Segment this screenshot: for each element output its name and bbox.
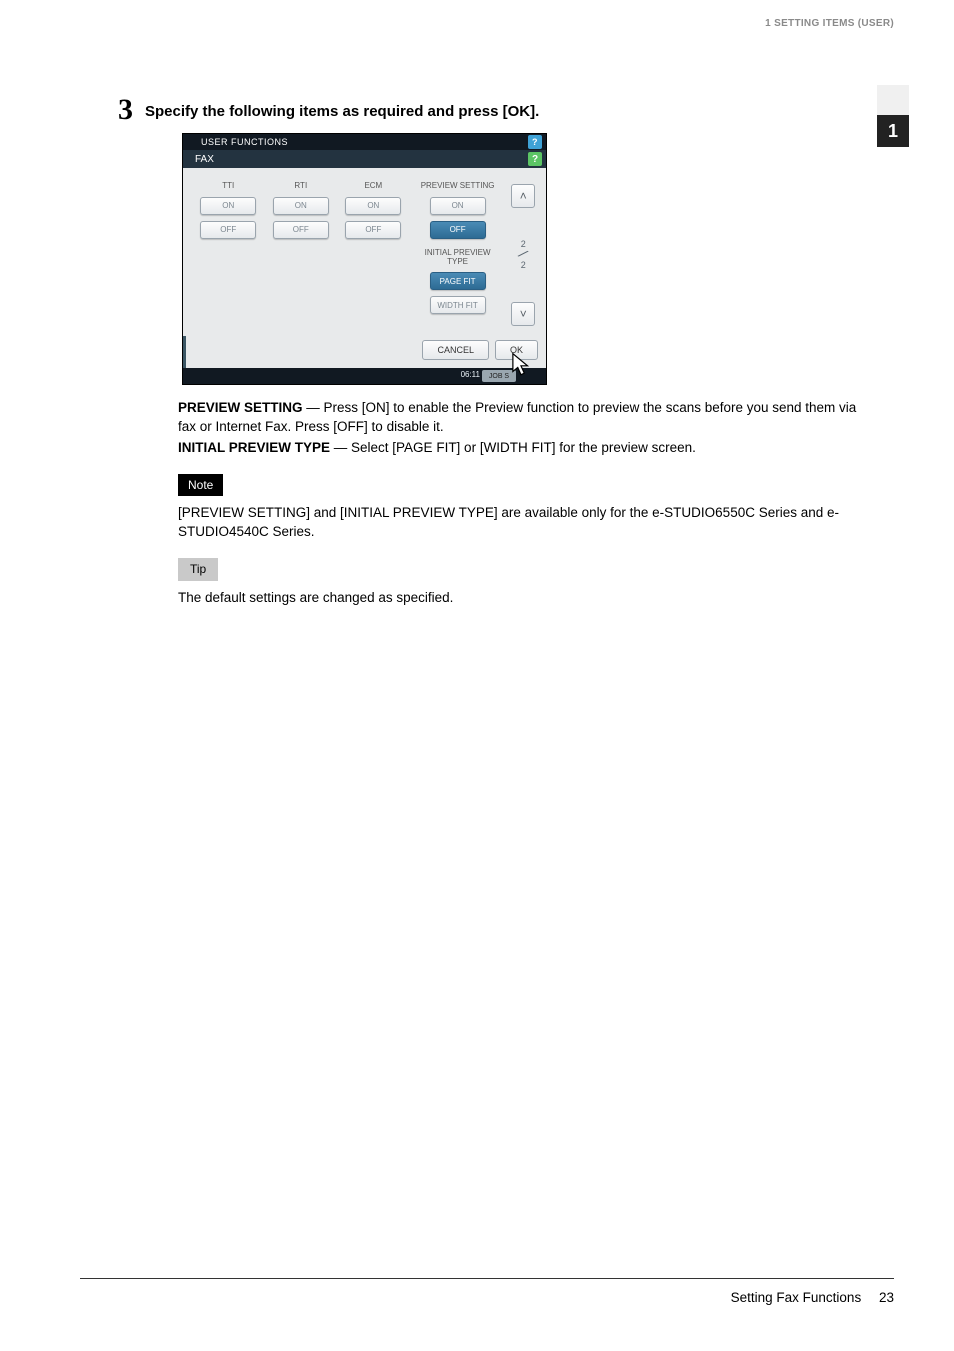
chevron-up-icon: ˄: [520, 189, 527, 203]
help-icon[interactable]: ?: [528, 152, 542, 166]
ecm-column: ECM ON OFF: [342, 182, 405, 328]
initial-preview-type-label: INITIAL PREVIEW TYPE: [415, 249, 501, 267]
tti-column: TTI ON OFF: [197, 182, 260, 328]
window-title: USER FUNCTIONS: [201, 137, 288, 147]
scroll-down-button[interactable]: ˅: [511, 302, 535, 326]
step-title: Specify the following items as required …: [145, 95, 539, 120]
preview-off-button[interactable]: OFF: [430, 221, 486, 239]
initial-preview-type-term: INITIAL PREVIEW TYPE: [178, 440, 330, 455]
tti-on-button[interactable]: ON: [200, 197, 256, 215]
rti-off-button[interactable]: OFF: [273, 221, 329, 239]
preview-setting-label: PREVIEW SETTING: [421, 182, 495, 191]
tab-fax[interactable]: FAX: [195, 154, 214, 165]
step-description: PREVIEW SETTING — Press [ON] to enable t…: [178, 399, 868, 608]
page-header: 1 SETTING ITEMS (USER): [0, 0, 954, 38]
preview-on-button[interactable]: ON: [430, 197, 486, 215]
footer-page-number: 23: [879, 1290, 894, 1305]
page-fit-button[interactable]: PAGE FIT: [430, 272, 486, 290]
rti-column: RTI ON OFF: [270, 182, 333, 328]
help-icon[interactable]: ?: [528, 135, 542, 149]
fax-settings-screenshot: USER FUNCTIONS ? FAX ? TTI ON OFF RTI ON: [182, 133, 547, 385]
tti-label: TTI: [222, 182, 234, 191]
preview-setting-term: PREVIEW SETTING: [178, 400, 303, 415]
window-title-bar: USER FUNCTIONS ?: [183, 134, 546, 150]
ecm-label: ECM: [364, 182, 382, 191]
step-number: 3: [118, 95, 133, 125]
scroll-column: ˄ 2 ∕ 2 ˅: [511, 182, 536, 328]
tip-text: The default settings are changed as spec…: [178, 589, 868, 608]
slash-icon: ∕: [517, 248, 529, 263]
width-fit-button[interactable]: WIDTH FIT: [430, 296, 486, 314]
step-3: 3 Specify the following items as require…: [118, 95, 868, 125]
page-footer: Setting Fax Functions 23: [731, 1290, 894, 1305]
status-time: 06:11: [461, 370, 480, 379]
tti-off-button[interactable]: OFF: [200, 221, 256, 239]
chevron-down-icon: ˅: [520, 307, 527, 321]
footer-rule: [80, 1278, 894, 1279]
running-head: 1 SETTING ITEMS (USER): [765, 18, 894, 29]
ecm-off-button[interactable]: OFF: [345, 221, 401, 239]
footer-section: Setting Fax Functions: [731, 1290, 862, 1305]
rti-on-button[interactable]: ON: [273, 197, 329, 215]
tab-bar: FAX ?: [183, 150, 546, 168]
side-tab-chapter-1: 1: [877, 115, 909, 147]
ecm-on-button[interactable]: ON: [345, 197, 401, 215]
note-text: [PREVIEW SETTING] and [INITIAL PREVIEW T…: [178, 504, 868, 542]
scroll-up-button[interactable]: ˄: [511, 184, 535, 208]
status-bar: 06:11 JOB S: [183, 368, 546, 384]
tip-label: Tip: [178, 558, 218, 581]
pointer-cursor-icon: [508, 352, 534, 378]
page-fraction: 2 ∕ 2: [521, 240, 526, 271]
initial-preview-type-desc: — Select [PAGE FIT] or [WIDTH FIT] for t…: [330, 440, 696, 455]
note-label: Note: [178, 474, 223, 497]
rti-label: RTI: [294, 182, 307, 191]
preview-column: PREVIEW SETTING ON OFF INITIAL PREVIEW T…: [415, 182, 501, 328]
side-tab-inactive: [877, 85, 909, 115]
cancel-button[interactable]: CANCEL: [422, 340, 489, 360]
